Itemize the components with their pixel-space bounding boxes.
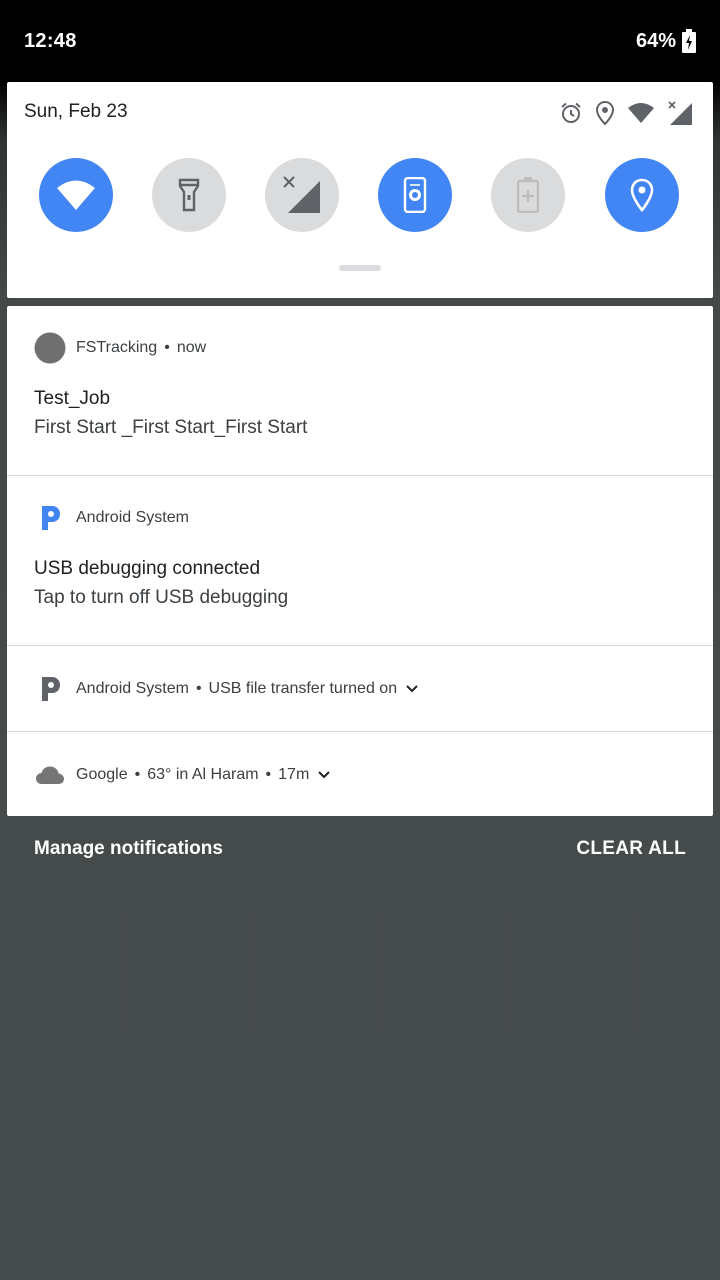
qs-expand-handle[interactable] — [339, 265, 381, 271]
notification-title: Test_Job — [34, 388, 111, 409]
android-system-icon — [34, 502, 66, 534]
alarm-icon — [559, 101, 583, 125]
notification-usb-file-transfer[interactable]: Android System • USB file transfer turne… — [7, 646, 713, 732]
tile-battery-saver[interactable] — [491, 158, 565, 232]
app-placeholder-icon — [34, 332, 66, 364]
tile-flashlight[interactable] — [152, 158, 226, 232]
quick-settings-panel: Sun, Feb 23 — [7, 82, 713, 298]
no-signal-icon — [282, 175, 322, 215]
notification-app-name: Android System — [76, 680, 189, 697]
notification-header: Android System • USB file transfer turne… — [34, 673, 419, 705]
notification-google-weather[interactable]: Google • 63° in Al Haram • 17m — [7, 732, 713, 816]
qs-tiles — [39, 158, 681, 234]
tile-mobile-data[interactable] — [265, 158, 339, 232]
status-bar: 12:48 64% — [0, 0, 720, 82]
tile-auto-rotate[interactable] — [378, 158, 452, 232]
notification-usb-debugging[interactable]: Android System USB debugging connected T… — [7, 476, 713, 646]
auto-rotate-icon — [403, 177, 427, 213]
wifi-icon — [627, 102, 655, 124]
notification-time: now — [176, 339, 207, 356]
wifi-icon — [56, 179, 96, 211]
separator-dot: • — [134, 766, 141, 783]
location-icon — [595, 101, 615, 125]
notification-app-name: FSTracking — [76, 339, 158, 356]
tile-location[interactable] — [605, 158, 679, 232]
separator-dot: • — [265, 766, 272, 783]
notification-list: FSTracking • now Test_Job First Start _F… — [7, 306, 713, 816]
chevron-down-icon[interactable] — [405, 684, 419, 694]
manage-notifications-button[interactable]: Manage notifications — [34, 838, 223, 860]
notification-time: 17m — [278, 766, 310, 783]
status-time: 12:48 — [24, 30, 77, 52]
chevron-down-icon[interactable] — [317, 770, 331, 780]
flashlight-icon — [177, 178, 201, 212]
notification-header: Google • 63° in Al Haram • 17m — [34, 759, 331, 791]
notification-header: FSTracking • now — [34, 332, 206, 364]
notification-text: First Start _First Start_First Start — [34, 417, 308, 438]
notification-app-name: Android System — [76, 509, 189, 526]
tile-wifi[interactable] — [39, 158, 113, 232]
notification-summary: 63° in Al Haram — [147, 766, 259, 783]
notification-app-name: Google — [76, 766, 128, 783]
notification-header: Android System — [34, 502, 189, 534]
status-right-group: 64% — [636, 29, 696, 53]
qs-date[interactable]: Sun, Feb 23 — [24, 101, 128, 123]
clear-all-button[interactable]: CLEAR ALL — [576, 838, 686, 860]
cloud-icon — [34, 759, 66, 791]
battery-saver-icon — [517, 177, 539, 213]
qs-status-icons — [559, 100, 693, 126]
notification-summary: USB file transfer turned on — [208, 680, 398, 697]
notification-fstracking[interactable]: FSTracking • now Test_Job First Start _F… — [7, 306, 713, 476]
notification-text: Tap to turn off USB debugging — [34, 587, 289, 608]
notification-footer: Manage notifications CLEAR ALL — [0, 816, 720, 882]
notification-title: USB debugging connected — [34, 558, 261, 579]
location-icon — [629, 178, 655, 212]
battery-charging-icon — [682, 29, 696, 53]
battery-percent: 64% — [635, 29, 676, 52]
android-system-icon — [34, 673, 66, 705]
separator-dot: • — [164, 339, 170, 356]
no-signal-icon — [667, 100, 693, 126]
separator-dot: • — [195, 680, 202, 697]
